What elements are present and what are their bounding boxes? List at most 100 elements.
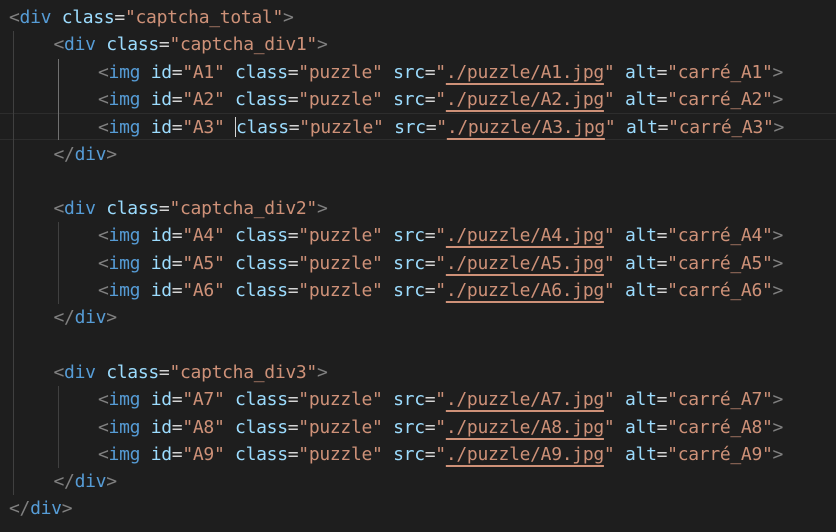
src-link[interactable]: ./puzzle/A7.jpg xyxy=(446,389,604,410)
bracket-close: > xyxy=(772,252,784,274)
attr-name: src xyxy=(393,252,425,274)
attr-name: class xyxy=(235,61,288,83)
attr-name: id xyxy=(150,443,172,465)
equals: = xyxy=(424,252,436,274)
equals: = xyxy=(171,252,183,274)
code-line-19[interactable]: </div> xyxy=(9,495,73,522)
bracket-close: > xyxy=(772,443,784,465)
quote: " xyxy=(435,88,446,110)
quote: " xyxy=(603,61,615,83)
attr-name: id xyxy=(150,280,172,301)
bracket-open: </ xyxy=(53,471,75,493)
attr-value: "captcha_div1" xyxy=(169,34,317,56)
attr-value: "captcha_total" xyxy=(124,7,284,28)
equals: = xyxy=(424,389,436,411)
code-line-11[interactable]: <img id="A6" class="puzzle" src="./puzzl… xyxy=(9,277,783,304)
quote: " xyxy=(435,252,446,274)
attr-value: "carré_A2" xyxy=(667,88,773,110)
equals: = xyxy=(656,225,668,247)
code-line-4[interactable]: <img id="A2" class="puzzle" src="./puzzl… xyxy=(9,86,783,113)
code-line-17[interactable]: <img id="A9" class="puzzle" src="./puzzl… xyxy=(9,441,783,468)
attr-value: "carré_A5" xyxy=(667,252,773,274)
tag-name: div xyxy=(74,143,107,165)
equals: = xyxy=(656,252,668,274)
attr-name: class xyxy=(236,117,289,139)
quote: " xyxy=(435,61,446,83)
equals: = xyxy=(656,61,668,83)
attr-name: class xyxy=(106,361,159,383)
bracket-open: < xyxy=(98,280,109,301)
bracket-open: < xyxy=(98,389,109,411)
attr-name: class xyxy=(235,88,288,110)
attr-value: "A6" xyxy=(182,280,225,301)
code-line-2[interactable]: <div class="captcha_div1"> xyxy=(9,31,328,58)
attr-name: src xyxy=(393,443,425,465)
code-line-18[interactable]: </div> xyxy=(9,468,118,495)
equals: = xyxy=(424,61,436,83)
equals: = xyxy=(656,443,668,465)
bracket-close: > xyxy=(772,416,784,438)
attr-name: alt xyxy=(625,416,657,438)
bracket-close: > xyxy=(773,117,785,139)
equals: = xyxy=(171,389,183,411)
attr-value: "puzzle" xyxy=(298,443,383,465)
equals: = xyxy=(171,61,183,83)
code-line-14[interactable]: <div class="captcha_div3"> xyxy=(9,359,328,386)
quote: " xyxy=(435,225,446,247)
src-link[interactable]: ./puzzle/A3.jpg xyxy=(447,117,605,138)
src-link[interactable]: ./puzzle/A6.jpg xyxy=(446,280,604,301)
equals: = xyxy=(287,416,299,438)
attr-name: class xyxy=(106,198,159,220)
code-line-5[interactable]: <img id="A3" class="puzzle" src="./puzzl… xyxy=(0,113,836,141)
code-line-16[interactable]: <img id="A8" class="puzzle" src="./puzzl… xyxy=(9,414,783,441)
code-line-6[interactable]: </div> xyxy=(9,141,118,168)
code-line-8[interactable]: <div class="captcha_div2"> xyxy=(9,195,328,222)
equals: = xyxy=(657,117,669,139)
attr-name: class xyxy=(235,416,288,438)
src-link[interactable]: ./puzzle/A2.jpg xyxy=(446,89,604,110)
src-link[interactable]: ./puzzle/A1.jpg xyxy=(446,62,604,83)
src-link[interactable]: ./puzzle/A9.jpg xyxy=(446,444,604,465)
attr-name: class xyxy=(235,225,288,247)
src-link[interactable]: ./puzzle/A8.jpg xyxy=(446,417,604,438)
attr-value: "carré_A7" xyxy=(667,389,773,411)
src-link[interactable]: ./puzzle/A5.jpg xyxy=(446,253,604,274)
quote: " xyxy=(435,443,446,465)
attr-value: "A9" xyxy=(182,443,225,465)
equals: = xyxy=(424,88,436,110)
code-line-1[interactable]: <div class="captcha_total"> xyxy=(9,4,294,31)
attr-name: id xyxy=(150,252,172,274)
attr-name: src xyxy=(393,225,425,247)
src-link[interactable]: ./puzzle/A4.jpg xyxy=(446,225,604,246)
code-line-9[interactable]: <img id="A4" class="puzzle" src="./puzzl… xyxy=(9,222,783,249)
bracket-open: < xyxy=(98,61,109,83)
attr-name: class xyxy=(235,252,288,274)
attr-value: "captcha_div3" xyxy=(169,361,317,383)
attr-value: "carré_A1" xyxy=(667,61,773,83)
equals: = xyxy=(424,443,436,465)
attr-name: alt xyxy=(625,61,657,83)
bracket-open: < xyxy=(98,252,109,274)
code-line-15[interactable]: <img id="A7" class="puzzle" src="./puzzl… xyxy=(9,386,783,413)
code-line-10[interactable]: <img id="A5" class="puzzle" src="./puzzl… xyxy=(9,250,783,277)
equals: = xyxy=(656,416,668,438)
indent-guide xyxy=(13,31,14,496)
attr-value: "A7" xyxy=(182,389,225,411)
bracket-close: > xyxy=(106,307,117,329)
equals: = xyxy=(287,443,299,465)
bracket-open: </ xyxy=(53,143,75,165)
attr-name: alt xyxy=(625,88,657,110)
equals: = xyxy=(656,88,668,110)
attr-value: "A2" xyxy=(182,88,225,110)
equals: = xyxy=(158,34,170,56)
code-editor[interactable]: <div class="captcha_total"> <div class="c… xyxy=(0,2,836,532)
attr-name: src xyxy=(394,117,426,139)
code-line-3[interactable]: <img id="A1" class="puzzle" src="./puzzl… xyxy=(9,59,783,86)
quote: " xyxy=(435,389,446,411)
bracket-close: > xyxy=(316,361,328,383)
bracket-open: < xyxy=(98,88,109,110)
code-line-12[interactable]: </div> xyxy=(9,304,118,331)
attr-name: class xyxy=(61,7,115,28)
attr-name: src xyxy=(393,61,425,83)
attr-name: id xyxy=(150,389,172,411)
